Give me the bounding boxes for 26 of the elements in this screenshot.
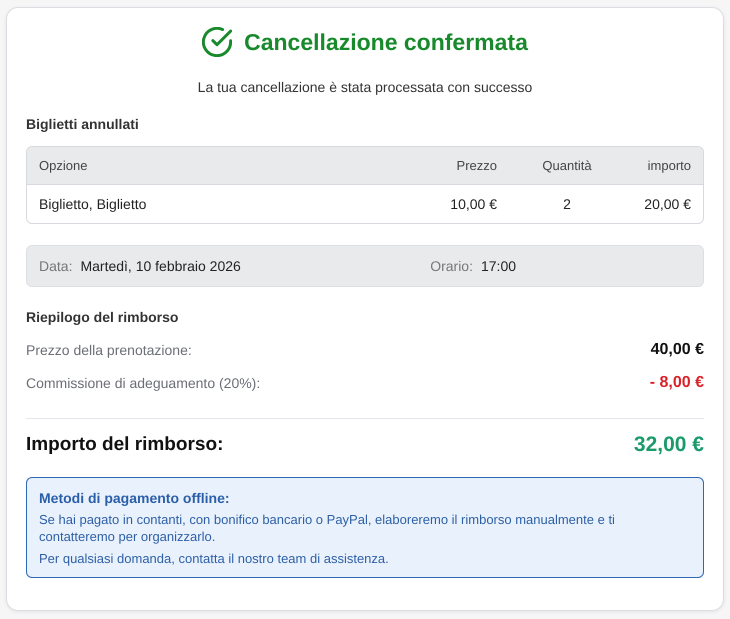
- table-cell-text: 2: [562, 196, 572, 212]
- total-value: 32,00 €: [634, 433, 704, 457]
- field-value: Martedì, 10 febbraio 2026: [80, 258, 241, 274]
- field-label: Orario:: [430, 258, 473, 274]
- summary-label: Prezzo della prenotazione:: [26, 342, 192, 358]
- field-label: Data:: [39, 258, 72, 274]
- page-title: Cancellazione confermata: [244, 28, 528, 57]
- summary-label: Commissione di adeguamento (20%):: [26, 374, 260, 390]
- total-label: Importo del rimborso:: [26, 434, 224, 456]
- column-header: Opzione: [38, 158, 88, 173]
- table-cell-text: 10,00 €: [449, 196, 498, 212]
- column-header: Quantità: [541, 158, 593, 173]
- notice-text: Per qualsiasi domanda, contatta il nostro team di assistenza.: [39, 550, 390, 567]
- table-cell-text: Biglietto, Biglietto: [38, 196, 148, 212]
- section-heading: Biglietti annullati: [26, 115, 140, 134]
- field-value: 17:00: [480, 258, 516, 274]
- notice-text: Se hai pagato in contanti, con bonifico bancario o PayPal, elaboreremo il rimborso manualmente e ti contatteremo per organizzarlo.: [39, 511, 616, 545]
- section-heading: Riepilogo del rimborso: [26, 308, 180, 327]
- table-cell-text: 20,00 €: [643, 196, 692, 212]
- column-header: Prezzo: [456, 158, 498, 173]
- summary-value: - 8,00 €: [650, 374, 704, 392]
- subtitle-text: La tua cancellazione è stata processata con successo: [196, 78, 534, 97]
- check-circle-icon: [202, 27, 232, 57]
- column-header: importo: [646, 158, 692, 173]
- summary-value: 40,00 €: [650, 340, 704, 358]
- notice-title: Metodi di pagamento offline:: [39, 489, 231, 508]
